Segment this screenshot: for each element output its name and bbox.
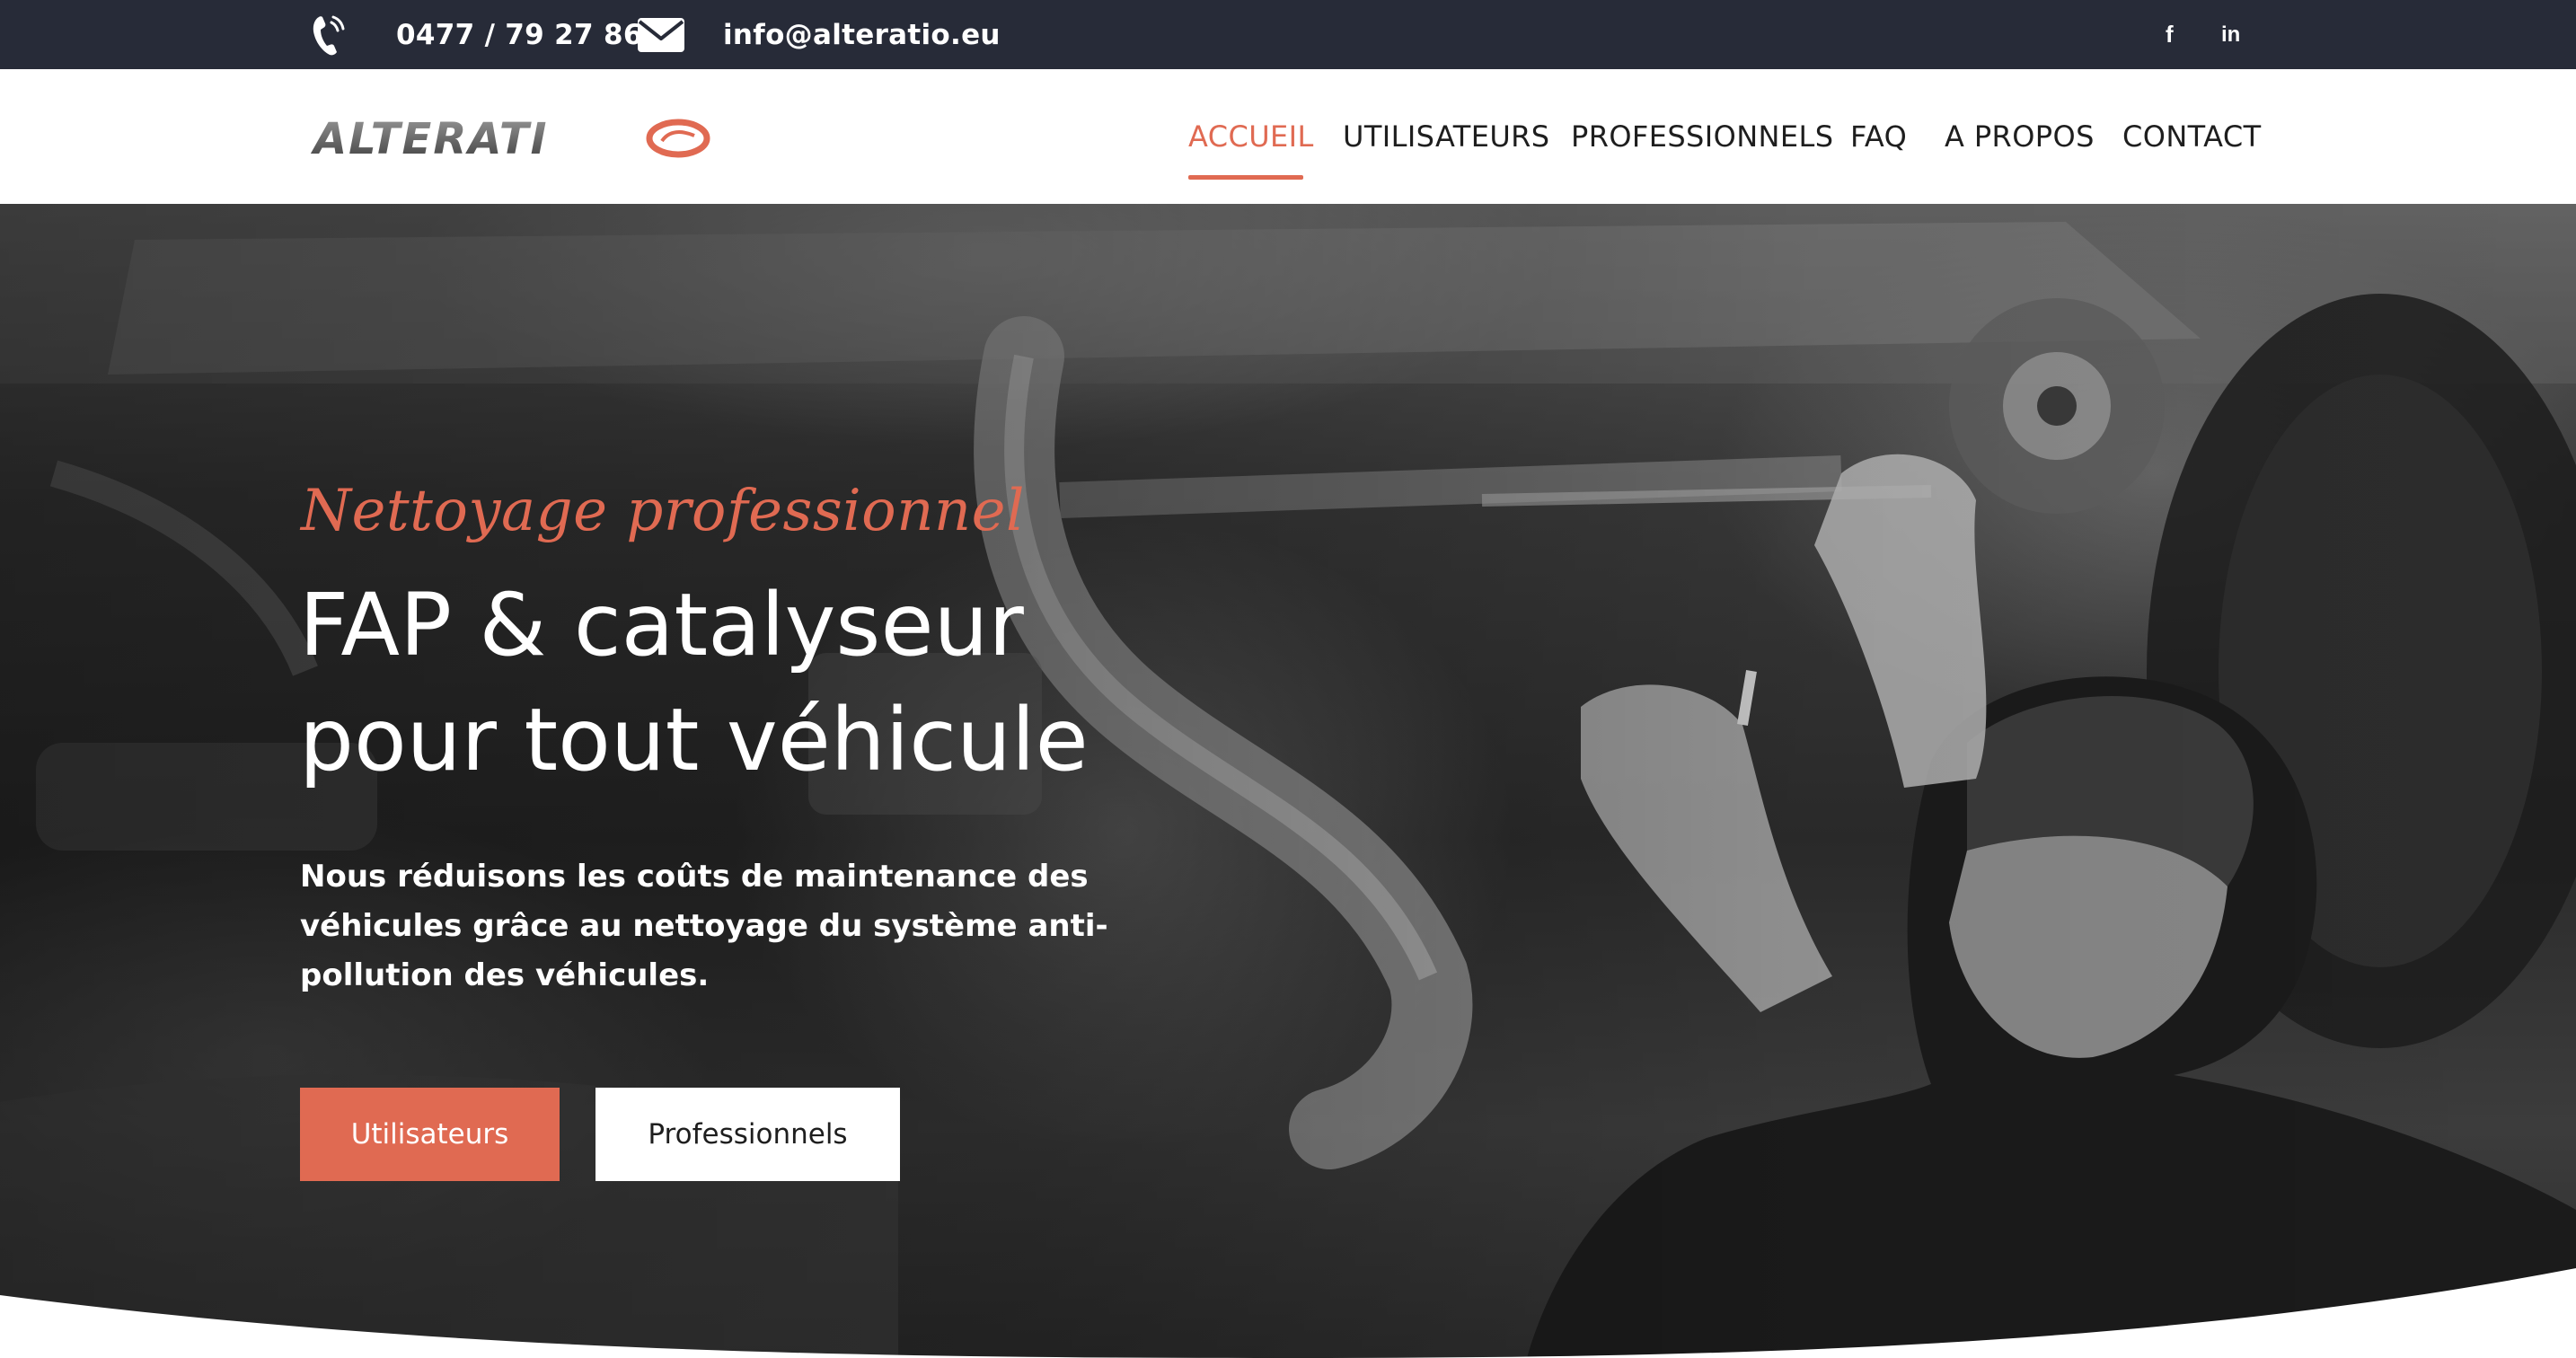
phone-ringing-icon xyxy=(310,0,349,69)
utilisateurs-button[interactable]: Utilisateurs xyxy=(300,1088,560,1181)
email-address[interactable]: info@alteratio.eu xyxy=(723,0,1001,69)
nav-utilisateurs[interactable]: UTILISATEURS xyxy=(1343,69,1550,204)
hero-section: Nettoyage professionnel FAP & catalyseur… xyxy=(0,204,2576,1358)
svg-text:ALTERATI: ALTERATI xyxy=(310,114,548,163)
linkedin-icon[interactable]: in xyxy=(2221,0,2240,69)
main-header: ALTERATI ACCUEIL UTILISATEURS PROFESSION… xyxy=(0,69,2576,204)
phone-number[interactable]: 0477 / 79 27 86 xyxy=(396,0,643,69)
nav-faq[interactable]: FAQ xyxy=(1850,69,1907,204)
hero-description: Nous réduisons les coûts de maintenance … xyxy=(300,859,1108,993)
hero-title-line-1: FAP & catalyseur xyxy=(299,575,1024,675)
envelope-icon xyxy=(637,0,685,69)
professionnels-button[interactable]: Professionnels xyxy=(595,1088,900,1181)
hero-bottom-curve xyxy=(0,1268,2576,1358)
top-contact-bar: 0477 / 79 27 86 info@alteratio.eu f in xyxy=(0,0,2576,69)
facebook-icon[interactable]: f xyxy=(2166,0,2174,69)
hero-title: FAP & catalyseur pour tout véhicule xyxy=(299,568,1467,798)
alteratio-logo[interactable]: ALTERATI xyxy=(310,114,714,163)
nav-a-propos[interactable]: A PROPOS xyxy=(1945,69,2095,204)
hero-title-line-2: pour tout véhicule xyxy=(299,690,1089,790)
nav-professionnels[interactable]: PROFESSIONNELS xyxy=(1571,69,1833,204)
hero-script-heading: Nettoyage professionnel xyxy=(301,478,1025,544)
active-nav-indicator xyxy=(1188,175,1303,180)
nav-contact[interactable]: CONTACT xyxy=(2122,69,2262,204)
nav-accueil[interactable]: ACCUEIL xyxy=(1188,69,1314,204)
